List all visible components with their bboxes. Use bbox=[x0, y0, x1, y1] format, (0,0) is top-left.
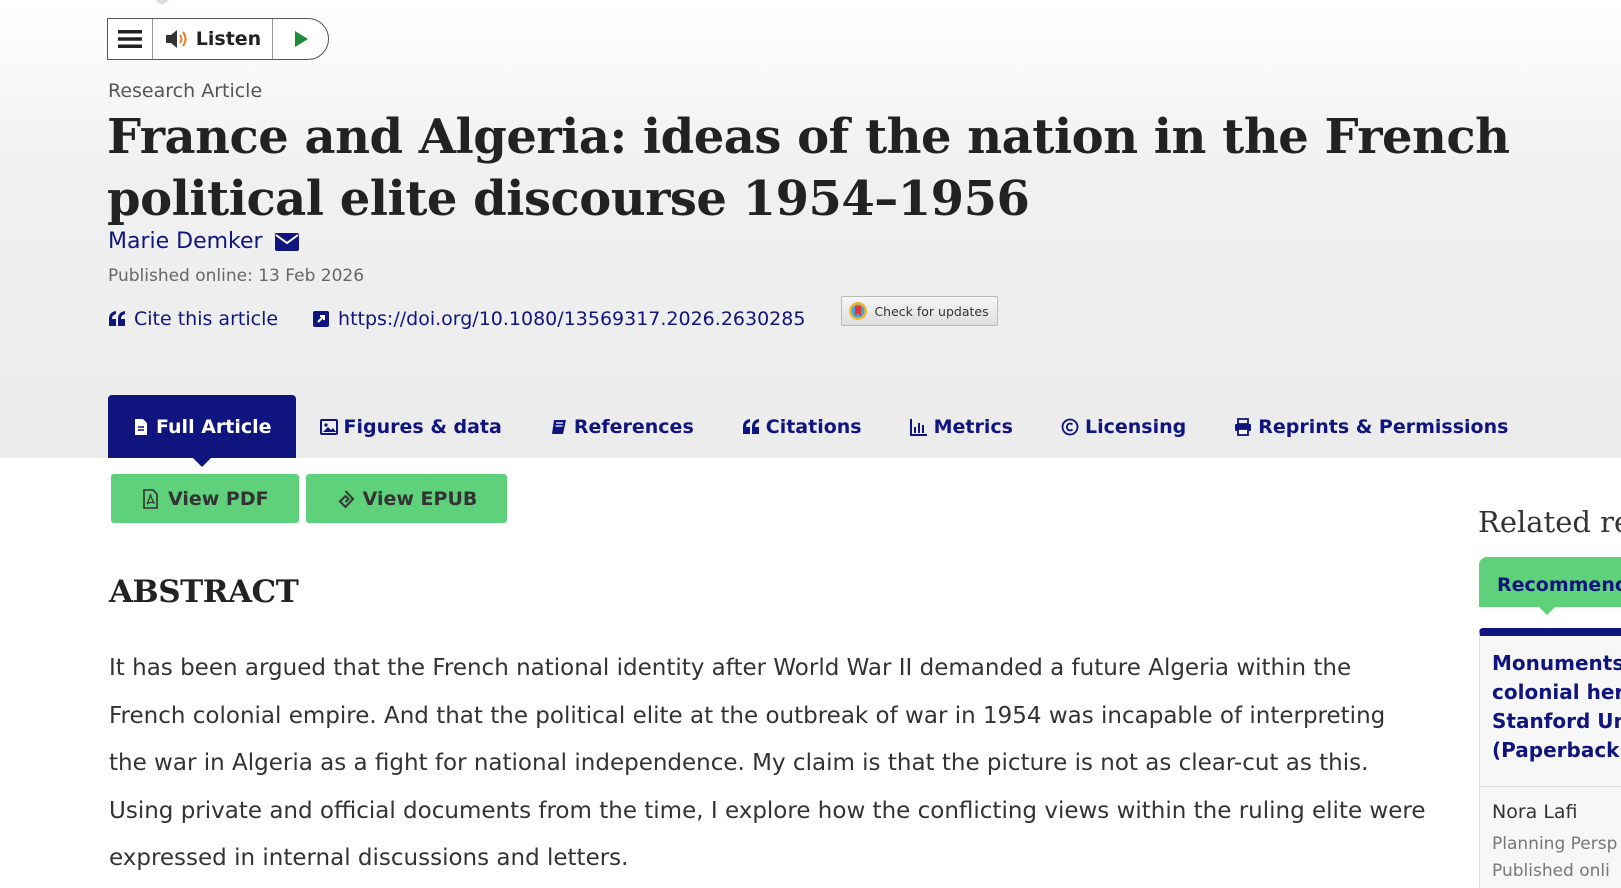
active-tab-pointer bbox=[1538, 606, 1556, 615]
listen-toolbar: Listen bbox=[107, 18, 329, 60]
menu-button[interactable] bbox=[108, 19, 153, 59]
tab-label: Figures & data bbox=[343, 415, 502, 438]
doi-url: https://doi.org/10.1080/13569317.2026.26… bbox=[338, 308, 806, 330]
tab-label: Citations bbox=[765, 415, 862, 438]
card-divider bbox=[1480, 786, 1621, 787]
tab-label: Licensing bbox=[1084, 415, 1187, 438]
pdf-file-icon bbox=[143, 488, 158, 509]
play-icon bbox=[294, 31, 308, 47]
recommended-article-journal: Planning Persp bbox=[1492, 834, 1618, 854]
related-research-heading: Related re bbox=[1478, 505, 1621, 539]
bar-chart-icon bbox=[909, 418, 927, 436]
play-button[interactable] bbox=[273, 19, 328, 59]
hamburger-menu-icon bbox=[118, 30, 142, 48]
image-icon bbox=[319, 418, 338, 435]
article-title: France and Algeria: ideas of the nation … bbox=[107, 109, 1510, 227]
epub-icon bbox=[338, 489, 354, 508]
author-email-button[interactable] bbox=[274, 232, 299, 251]
published-date: Published online: 13 Feb 2026 bbox=[108, 266, 365, 286]
recommended-article-published: Published onli bbox=[1492, 861, 1610, 881]
tab-metrics[interactable]: Metrics bbox=[886, 395, 1037, 458]
cite-article-label: Cite this article bbox=[134, 308, 279, 330]
crossmark-icon bbox=[849, 302, 868, 320]
tab-reprints-permissions[interactable]: Reprints & Permissions bbox=[1210, 395, 1532, 458]
tab-licensing[interactable]: Licensing bbox=[1037, 395, 1210, 458]
download-buttons: View PDF View EPUB bbox=[111, 474, 508, 523]
check-for-updates-label: Check for updates bbox=[874, 303, 989, 319]
author-line: Marie Demker bbox=[108, 229, 299, 254]
doi-link[interactable]: https://doi.org/10.1080/13569317.2026.26… bbox=[312, 308, 805, 330]
view-epub-button[interactable]: View EPUB bbox=[305, 474, 508, 523]
tab-recommended[interactable]: Recommenc bbox=[1479, 557, 1621, 607]
print-icon bbox=[1235, 417, 1252, 436]
tab-full-article[interactable]: Full Article bbox=[108, 395, 296, 467]
article-links-row: Cite this article https://doi.org/10.108… bbox=[108, 296, 998, 330]
abstract-heading: ABSTRACT bbox=[109, 574, 299, 610]
quote-icon bbox=[742, 418, 759, 434]
book-icon bbox=[551, 419, 566, 434]
article-type: Research Article bbox=[108, 80, 263, 102]
view-pdf-label: View PDF bbox=[168, 487, 269, 510]
tab-label: Metrics bbox=[933, 415, 1013, 438]
check-for-updates-button[interactable]: Check for updates bbox=[841, 296, 998, 326]
recommended-article-title[interactable]: Monuments colonial her Stanford Un (Pape… bbox=[1492, 649, 1621, 765]
abstract-text: It has been argued that the French natio… bbox=[109, 655, 1426, 871]
speaker-icon bbox=[165, 30, 187, 48]
tab-label: Reprints & Permissions bbox=[1258, 415, 1509, 438]
article-tabs: Full Article Figures & data References C… bbox=[108, 395, 1532, 467]
file-icon bbox=[135, 418, 147, 435]
listen-button[interactable]: Listen bbox=[153, 19, 273, 59]
tab-citations[interactable]: Citations bbox=[718, 395, 886, 458]
author-link[interactable]: Marie Demker bbox=[108, 229, 263, 254]
listen-label: Listen bbox=[195, 28, 262, 50]
external-link-icon bbox=[313, 311, 330, 327]
tab-references[interactable]: References bbox=[526, 395, 718, 458]
recommended-article-card: Monuments colonial her Stanford Un (Pape… bbox=[1479, 628, 1621, 888]
tab-label: Full Article bbox=[156, 415, 272, 438]
quote-icon bbox=[109, 311, 125, 326]
cite-article-link[interactable]: Cite this article bbox=[108, 308, 278, 330]
view-pdf-button[interactable]: View PDF bbox=[111, 474, 299, 523]
tab-figures-data[interactable]: Figures & data bbox=[296, 395, 526, 458]
tab-label: References bbox=[573, 415, 694, 438]
view-epub-label: View EPUB bbox=[362, 487, 478, 510]
top-notch bbox=[155, 0, 169, 5]
envelope-icon bbox=[274, 232, 299, 251]
copyright-icon bbox=[1061, 418, 1079, 435]
recommended-article-author: Nora Lafi bbox=[1492, 801, 1578, 823]
